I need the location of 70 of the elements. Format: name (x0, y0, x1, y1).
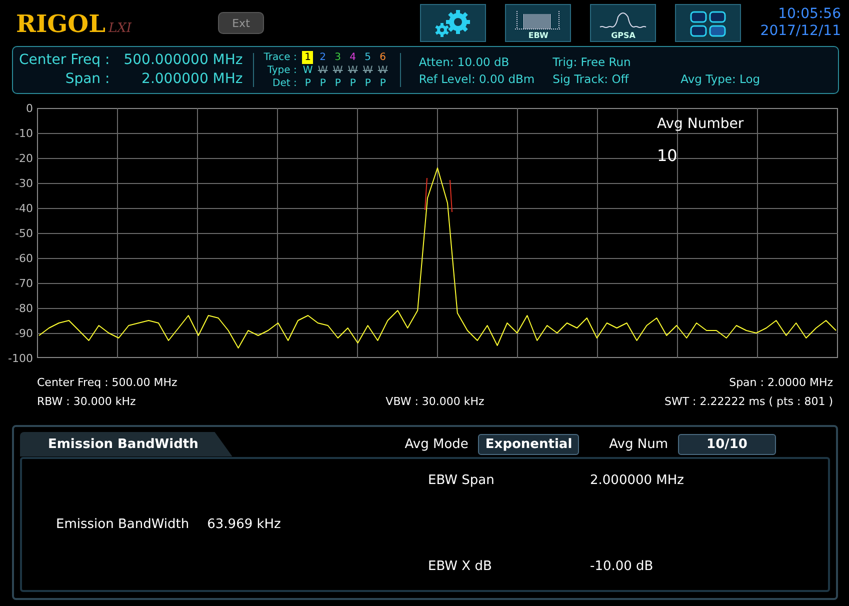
param-label: EBW X dB (428, 559, 493, 574)
status-text: Avg Type: Log (680, 71, 762, 88)
clock-time: 10:05:56 (778, 6, 841, 23)
trace-detector: P (334, 76, 341, 90)
status-text: Ref Level: 0.00 dBm (418, 71, 535, 88)
param-value: 2.000000 MHz (590, 473, 685, 488)
trace-detector: P (364, 76, 371, 90)
overlay-value: 10 (657, 146, 678, 165)
avg-mode-label: Avg Mode (404, 436, 468, 452)
layout-button[interactable] (675, 4, 742, 42)
trace-number[interactable]: 3 (332, 50, 344, 64)
overlay-title: Avg Number (657, 116, 744, 132)
axis-label: -50 (15, 227, 33, 240)
field-label: Span : (64, 70, 110, 89)
trace-type: W (348, 64, 358, 76)
axis-label: -80 (15, 302, 33, 315)
trace-type: W (302, 64, 313, 76)
trace-detector: P (380, 76, 386, 90)
sweep-info: Center Freq : 500.00 MHz (37, 375, 178, 391)
trace-detector: P (304, 76, 311, 90)
brand-logo: RIGOL (16, 8, 106, 38)
gpsa-button[interactable]: GPSA (590, 4, 656, 42)
trace-detector: P (350, 76, 356, 90)
axis-label: -20 (15, 152, 33, 165)
ebw-button[interactable]: EBW (505, 4, 572, 42)
axis-label: -100 (8, 352, 33, 365)
axis-label: -30 (15, 177, 33, 190)
axis-label: -60 (15, 252, 33, 265)
axis-label: -10 (15, 127, 33, 140)
grid-layout-icon (689, 10, 728, 38)
trace-type: W (362, 64, 373, 76)
param-value: -10.00 dB (590, 559, 654, 574)
lxi-logo: LXI (108, 20, 132, 38)
bandwidth-marker-lines (424, 178, 452, 212)
axis-label: -90 (15, 327, 33, 340)
trace-number[interactable]: 2 (317, 50, 328, 64)
axis-label: -70 (15, 277, 33, 290)
field-label: Center Freq : (19, 51, 110, 70)
sweep-info: Span : 2.0000 MHz (729, 375, 833, 391)
result-label: Emission BandWidth (56, 517, 190, 532)
panel-tab[interactable]: Emission BandWidth (20, 432, 232, 456)
axis-label: 0 (26, 102, 33, 115)
result-value: 63.969 kHz (207, 517, 281, 532)
ext-button[interactable]: Ext (218, 12, 264, 34)
sweep-info: SWT : 2.22222 ms ( pts : 801 ) (664, 394, 833, 410)
sweep-info: RBW : 30.000 kHz (37, 394, 136, 410)
settings-button[interactable] (420, 4, 486, 42)
sweep-info: VBW : 30.000 kHz (386, 394, 484, 410)
axis-label: -40 (15, 202, 33, 215)
row-label: Det : (272, 76, 298, 90)
clock-date: 2017/12/11 (760, 23, 841, 40)
trace-detector: P (320, 76, 326, 90)
field-value: 2.000000 MHz (140, 70, 243, 89)
trace-number[interactable]: 4 (347, 50, 358, 64)
field-value: 500.000000 MHz (124, 51, 243, 70)
avg-num-label: Avg Num (609, 436, 668, 452)
trace-number[interactable]: 5 (362, 50, 374, 64)
trace-type: W (378, 64, 388, 76)
avg-mode-button[interactable]: Exponential (478, 434, 580, 454)
status-text: Trig: Free Run (552, 54, 632, 71)
avg-num-field[interactable]: 10/10 (678, 434, 776, 454)
trace-number[interactable]: 1 (302, 50, 314, 64)
trace-type: W (332, 64, 343, 76)
trace-number[interactable]: 6 (377, 50, 388, 64)
status-text: Sig Track: Off (552, 71, 630, 88)
trace-type: W (318, 64, 328, 76)
row-label: Type : (267, 64, 298, 76)
row-label: Trace : (264, 50, 298, 64)
param-label: EBW Span (428, 473, 496, 488)
status-text: Atten: 10.00 dB (418, 54, 510, 71)
